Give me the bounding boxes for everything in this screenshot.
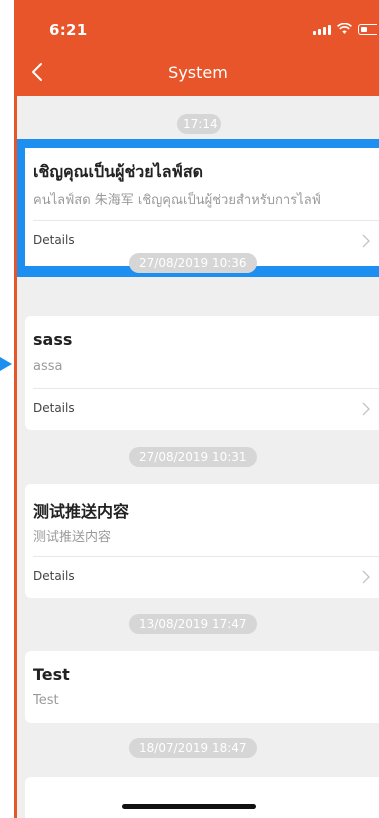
message-title: sass bbox=[33, 330, 73, 349]
message-card[interactable]: sass assa Details bbox=[25, 316, 379, 430]
card-divider bbox=[33, 388, 379, 389]
timestamp-pill: 27/08/2019 10:36 bbox=[129, 253, 257, 273]
message-body: คนไลฟ์สด 朱海军 เชิญคุณเป็นผู้ช่วยสำหรับการ… bbox=[33, 193, 321, 208]
card-divider bbox=[33, 556, 379, 557]
header: 6:21 System bbox=[17, 0, 379, 96]
chevron-right-icon bbox=[362, 234, 370, 248]
status-time: 6:21 bbox=[49, 21, 88, 39]
card-divider bbox=[33, 220, 379, 221]
message-card[interactable]: เชิญคุณเป็นผู้ช่วยไลฟ์สด คนไลฟ์สด 朱海军 เช… bbox=[25, 148, 379, 266]
wifi-icon bbox=[337, 23, 352, 34]
message-body: Test bbox=[33, 693, 59, 708]
message-card[interactable]: Test Test bbox=[25, 651, 379, 723]
screen: 6:21 System 17:14 เชิญคุณเป็นผู้ช่วยไลฟ์… bbox=[0, 0, 379, 818]
battery-icon bbox=[358, 23, 377, 35]
message-card[interactable] bbox=[25, 777, 379, 818]
timestamp-pill: 13/08/2019 17:47 bbox=[129, 614, 257, 634]
timestamp-pill: 27/08/2019 10:31 bbox=[129, 447, 257, 467]
details-label: Details bbox=[33, 401, 75, 415]
message-title: Test bbox=[33, 665, 70, 684]
signal-icon bbox=[313, 23, 331, 35]
chevron-right-icon bbox=[362, 570, 370, 584]
timestamp-pill: 18/07/2019 18:47 bbox=[129, 738, 257, 758]
chevron-right-icon bbox=[362, 402, 370, 416]
timestamp-pill: 17:14 bbox=[177, 114, 221, 134]
pointer-arrow-icon bbox=[0, 357, 12, 371]
message-body: 测试推送内容 bbox=[33, 530, 112, 545]
home-indicator bbox=[122, 804, 256, 809]
status-icons bbox=[313, 22, 377, 36]
details-link[interactable]: Details bbox=[25, 391, 379, 427]
message-title: เชิญคุณเป็นผู้ช่วยไลฟ์สด bbox=[33, 162, 203, 181]
phone-screen: 6:21 System 17:14 เชิญคุณเป็นผู้ช่วยไลฟ์… bbox=[17, 0, 379, 818]
page-title: System bbox=[168, 63, 228, 82]
message-title: 测试推送内容 bbox=[33, 502, 130, 521]
message-card[interactable]: 测试推送内容 测试推送内容 Details bbox=[25, 484, 379, 598]
message-body: assa bbox=[33, 359, 63, 374]
details-label: Details bbox=[33, 569, 75, 583]
details-label: Details bbox=[33, 233, 75, 247]
details-link[interactable]: Details bbox=[25, 559, 379, 595]
